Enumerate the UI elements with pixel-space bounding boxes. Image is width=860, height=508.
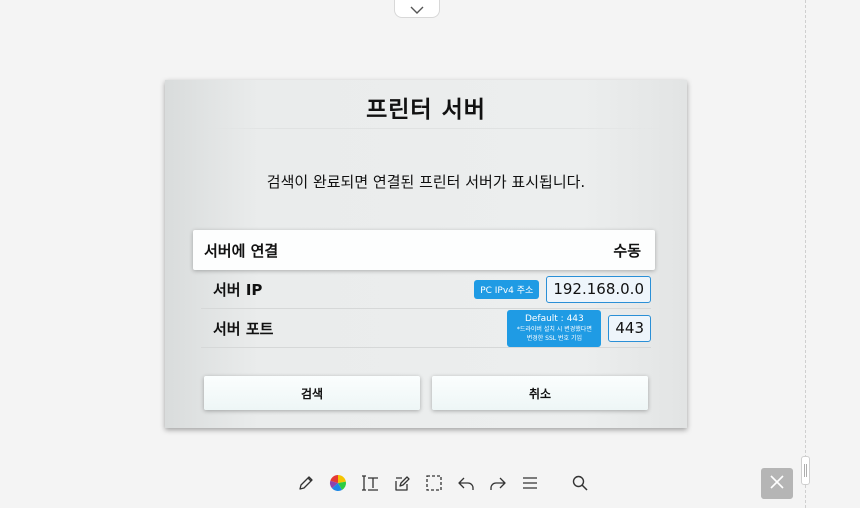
scroll-handle[interactable]	[801, 456, 810, 485]
pen-icon[interactable]	[294, 471, 318, 495]
printer-server-dialog: 프린터 서버 검색이 완료되면 연결된 프린터 서버가 표시됩니다. 서버에 연…	[165, 80, 687, 428]
text-tool-icon[interactable]	[358, 471, 382, 495]
dialog-message: 검색이 완료되면 연결된 프린터 서버가 표시됩니다.	[266, 173, 586, 191]
port-hint-badge: Default : 443 *드라이버 설치 시 변경했다면 변경한 SSL 번…	[507, 310, 602, 347]
close-icon	[769, 474, 785, 494]
search-button[interactable]: 검색	[204, 376, 420, 410]
dialog-title: 프린터 서버	[366, 97, 486, 123]
port-hint-note-2: 변경한 SSL 번호 기입	[526, 335, 583, 342]
undo-icon[interactable]	[454, 471, 478, 495]
server-port-label: 서버 포트	[213, 320, 274, 338]
server-port-row: 서버 포트 Default : 443 *드라이버 설치 시 변경했다면 변경한…	[201, 310, 651, 348]
server-ip-label: 서버 IP	[213, 281, 263, 299]
connect-mode-value[interactable]: 수동	[613, 240, 641, 261]
chevron-down-icon	[410, 0, 424, 18]
color-wheel-icon[interactable]	[326, 471, 350, 495]
edit-note-icon[interactable]	[390, 471, 414, 495]
ipv4-hint-badge: PC IPv4 주소	[474, 280, 540, 299]
connect-server-label: 서버에 연결	[204, 241, 279, 260]
menu-icon[interactable]	[518, 471, 542, 495]
close-button[interactable]	[761, 468, 793, 499]
page-divider	[805, 0, 806, 508]
server-port-input[interactable]: 443	[608, 315, 651, 342]
bottom-toolbar	[294, 471, 600, 495]
title-divider	[185, 128, 667, 129]
redo-icon[interactable]	[486, 471, 510, 495]
cancel-button[interactable]: 취소	[432, 376, 648, 410]
server-ip-row: 서버 IP PC IPv4 주소 192.168.0.0	[201, 271, 651, 309]
port-hint-note: *드라이버 설치 시 변경했다면	[516, 326, 592, 333]
port-hint-default: Default : 443	[524, 314, 584, 324]
server-ip-input[interactable]: 192.168.0.0	[546, 276, 651, 303]
connect-server-row[interactable]: 서버에 연결 수동	[193, 230, 655, 270]
search-icon[interactable]	[568, 471, 592, 495]
collapse-tab[interactable]	[394, 0, 440, 18]
select-area-icon[interactable]	[422, 471, 446, 495]
